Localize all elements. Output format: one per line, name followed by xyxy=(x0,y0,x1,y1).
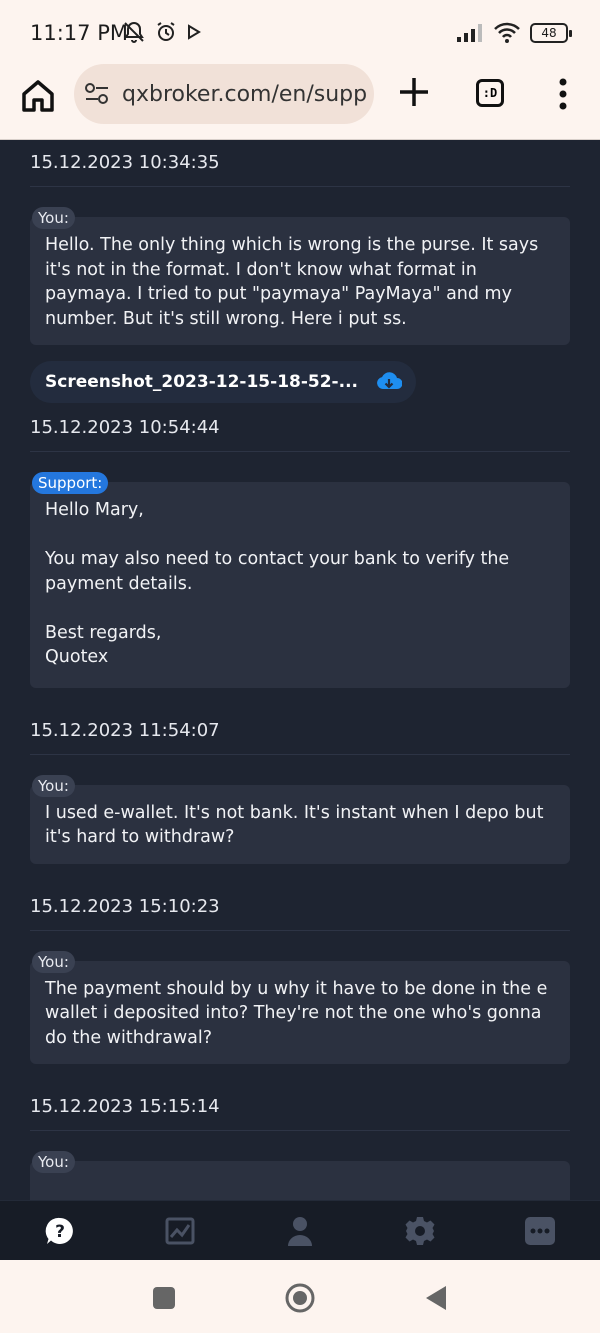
svg-text:?: ? xyxy=(55,1222,65,1242)
gear-icon[interactable] xyxy=(404,1215,436,1247)
user-icon[interactable] xyxy=(286,1215,314,1247)
message-timestamp: 15.12.2023 11:54:07 xyxy=(30,708,570,755)
chat-message: 15.12.2023 10:34:35 You: Hello. The only… xyxy=(30,140,570,403)
bell-off-icon xyxy=(124,21,144,43)
wifi-icon xyxy=(494,22,520,43)
cloud-download-icon[interactable] xyxy=(376,371,402,393)
chat-message: 15.12.2023 10:54:44 Support: Hello Mary,… xyxy=(30,405,570,708)
back-icon[interactable] xyxy=(424,1284,448,1312)
message-text: I used e-wallet. It's not bank. It's ins… xyxy=(45,802,550,848)
message-bubble: The payment should by u why it have to b… xyxy=(30,960,570,1064)
alarm-icon xyxy=(157,22,175,41)
sender-tag: You: xyxy=(32,1151,75,1173)
signal-icon xyxy=(457,24,482,42)
sender-tag: You: xyxy=(32,774,75,797)
nav-more[interactable] xyxy=(510,1201,570,1261)
sender-tag: You: xyxy=(32,207,75,229)
attachment-chip[interactable]: Screenshot_2023-12-15-18-52-... xyxy=(30,361,416,403)
more-icon[interactable] xyxy=(524,1216,556,1246)
attachment-filename[interactable]: Screenshot_2023-12-15-18-52-... xyxy=(45,372,358,392)
nav-help[interactable]: ? xyxy=(30,1201,90,1261)
recents-icon[interactable] xyxy=(152,1286,176,1310)
new-tab-icon[interactable] xyxy=(396,74,432,110)
status-icons-right: 48 xyxy=(456,22,572,44)
chart-icon[interactable] xyxy=(165,1217,195,1245)
message-bubble xyxy=(30,1161,570,1200)
sender-tag: Support: xyxy=(32,472,109,494)
nav-trading[interactable] xyxy=(150,1201,210,1261)
chat-messages: 15.12.2023 10:34:35 You: Hello. The only… xyxy=(30,140,570,1200)
battery-indicator: 48 xyxy=(530,23,572,43)
message-timestamp: 15.12.2023 10:54:44 xyxy=(30,405,570,452)
home-icon[interactable] xyxy=(18,76,58,116)
help-icon[interactable]: ? xyxy=(45,1216,75,1246)
status-time: 11:17 PM xyxy=(30,21,128,45)
url-text[interactable]: qxbroker.com/en/supp xyxy=(122,82,367,107)
sender-tag: You: xyxy=(32,950,75,973)
message-bubble: Hello Mary, You may also need to contact… xyxy=(30,482,570,688)
tab-switcher-button[interactable]: :D xyxy=(476,79,504,107)
chat-message: 15.12.2023 15:15:14 You: xyxy=(30,1084,570,1200)
message-bubble: Hello. The only thing which is wrong is … xyxy=(30,217,570,345)
nav-settings[interactable] xyxy=(390,1201,450,1261)
message-timestamp: 15.12.2023 15:10:23 xyxy=(30,884,570,931)
status-icons-left xyxy=(122,20,202,44)
more-vert-icon[interactable] xyxy=(556,78,570,110)
message-text: Hello Mary, You may also need to contact… xyxy=(45,500,510,667)
status-bar: 11:17 PM 48 xyxy=(0,0,600,64)
system-navigation-bar xyxy=(0,1260,600,1333)
message-text: The payment should by u why it have to b… xyxy=(45,978,553,1048)
home-circle-icon[interactable] xyxy=(284,1282,316,1314)
address-bar[interactable]: qxbroker.com/en/supp xyxy=(74,64,374,124)
play-store-icon xyxy=(188,24,201,40)
support-chat[interactable]: 15.12.2023 10:34:35 You: Hello. The only… xyxy=(0,140,600,1200)
nav-account[interactable] xyxy=(270,1201,330,1261)
chat-message: 15.12.2023 11:54:07 You: I used e-wallet… xyxy=(30,708,570,884)
site-settings-icon[interactable] xyxy=(84,82,110,106)
message-bubble: I used e-wallet. It's not bank. It's ins… xyxy=(30,784,570,864)
message-text: Hello. The only thing which is wrong is … xyxy=(45,235,544,329)
message-timestamp: 15.12.2023 10:34:35 xyxy=(30,140,570,187)
bottom-nav: ? xyxy=(0,1200,600,1260)
message-timestamp: 15.12.2023 15:15:14 xyxy=(30,1084,570,1131)
browser-toolbar: qxbroker.com/en/supp :D xyxy=(0,64,600,140)
chat-message: 15.12.2023 15:10:23 You: The payment sho… xyxy=(30,884,570,1085)
